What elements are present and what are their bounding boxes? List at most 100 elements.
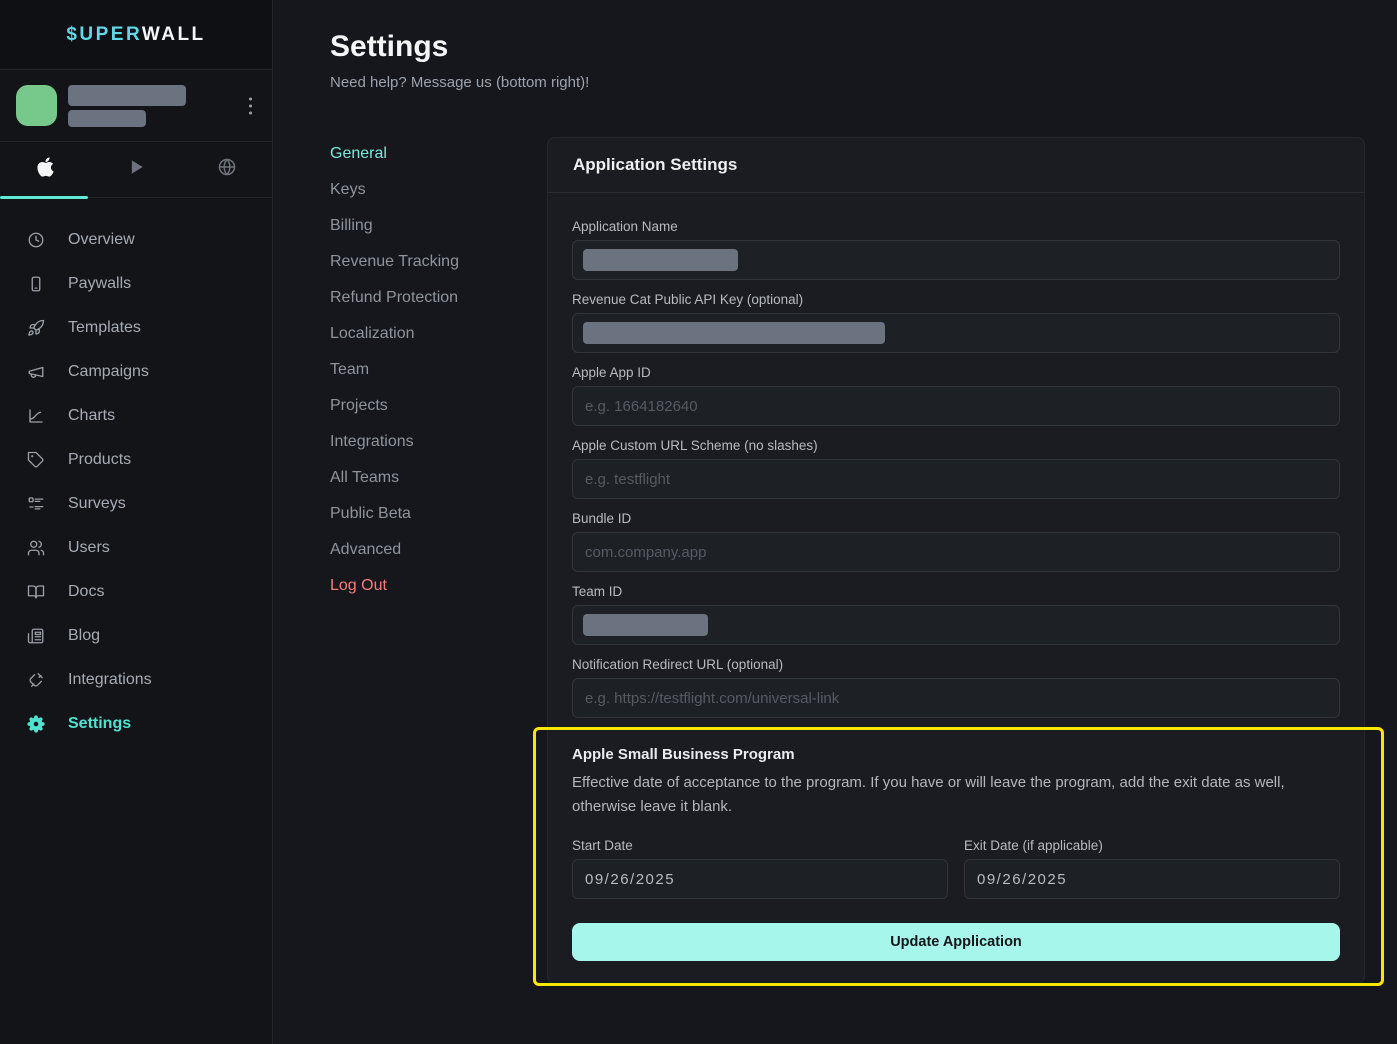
program-description: Effective date of acceptance to the prog… <box>572 771 1340 819</box>
notification-redirect-url-input[interactable] <box>572 678 1340 718</box>
apple-app-id-input[interactable] <box>572 386 1340 426</box>
field-team-id: Team ID <box>572 584 1340 645</box>
sidebar-item-label: Paywalls <box>68 275 131 293</box>
kebab-menu-icon[interactable] <box>243 91 258 120</box>
field-label: Apple App ID <box>572 365 1340 380</box>
redacted-value-bar <box>583 322 885 344</box>
apple-icon <box>36 156 55 183</box>
settings-nav-keys[interactable]: Keys <box>330 172 540 208</box>
plug-icon <box>27 671 45 689</box>
avatar <box>16 85 57 126</box>
gear-icon <box>27 715 45 733</box>
field-revenuecat-key: Revenue Cat Public API Key (optional) <box>572 292 1340 353</box>
field-label: Apple Custom URL Scheme (no slashes) <box>572 438 1340 453</box>
settings-nav-advanced[interactable]: Advanced <box>330 532 540 568</box>
sidebar-item-label: Products <box>68 451 131 469</box>
brand-wordmark: $UPERWALL <box>66 24 205 46</box>
sidebar: $UPERWALL <box>0 0 273 1044</box>
sidebar-item-label: Overview <box>68 231 135 249</box>
sidebar-item-integrations[interactable]: Integrations <box>0 658 272 702</box>
sidebar-item-label: Surveys <box>68 495 126 513</box>
settings-nav-team[interactable]: Team <box>330 352 540 388</box>
field-label: Bundle ID <box>572 511 1340 526</box>
sidebar-item-label: Settings <box>68 715 131 733</box>
card-title: Application Settings <box>573 155 1339 175</box>
page-title: Settings <box>330 30 448 64</box>
settings-nav-integrations[interactable]: Integrations <box>330 424 540 460</box>
tab-ios[interactable] <box>0 142 91 197</box>
brand-logo[interactable]: $UPERWALL <box>0 0 272 70</box>
team-id-input[interactable] <box>572 605 1340 645</box>
sidebar-item-campaigns[interactable]: Campaigns <box>0 350 272 394</box>
settings-nav-refund-protection[interactable]: Refund Protection <box>330 280 540 316</box>
settings-nav-log-out[interactable]: Log Out <box>330 568 540 604</box>
card-body: Application Name Revenue Cat Public API … <box>548 193 1364 983</box>
bundle-id-input[interactable] <box>572 532 1340 572</box>
globe-icon <box>217 157 237 182</box>
platform-tabs <box>0 142 272 198</box>
settings-nav-general[interactable]: General <box>330 136 540 172</box>
field-bundle-id: Bundle ID <box>572 511 1340 572</box>
settings-nav: General Keys Billing Revenue Tracking Re… <box>330 136 540 604</box>
field-label: Notification Redirect URL (optional) <box>572 657 1340 672</box>
sidebar-item-users[interactable]: Users <box>0 526 272 570</box>
sidebar-item-charts[interactable]: Charts <box>0 394 272 438</box>
sidebar-item-blog[interactable]: Blog <box>0 614 272 658</box>
sidebar-item-paywalls[interactable]: Paywalls <box>0 262 272 306</box>
brand-prefix: $UPER <box>66 24 142 45</box>
settings-nav-revenue-tracking[interactable]: Revenue Tracking <box>330 244 540 280</box>
field-apple-app-id: Apple App ID <box>572 365 1340 426</box>
users-icon <box>27 539 45 557</box>
phone-icon <box>27 275 45 293</box>
field-application-name: Application Name <box>572 219 1340 280</box>
sidebar-item-label: Charts <box>68 407 115 425</box>
exit-date-field: Exit Date (if applicable) <box>964 838 1340 899</box>
date-row: Start Date Exit Date (if applicable) <box>572 838 1340 899</box>
sidebar-item-label: Users <box>68 539 110 557</box>
start-date-field: Start Date <box>572 838 948 899</box>
revenuecat-key-input[interactable] <box>572 313 1340 353</box>
account-switcher[interactable] <box>0 70 272 142</box>
settings-nav-localization[interactable]: Localization <box>330 316 540 352</box>
newspaper-icon <box>27 627 45 645</box>
redacted-name-bar <box>68 85 186 106</box>
custom-url-scheme-input[interactable] <box>572 459 1340 499</box>
card-header: Application Settings <box>548 138 1364 193</box>
sidebar-item-surveys[interactable]: Surveys <box>0 482 272 526</box>
rocket-icon <box>27 319 45 337</box>
sidebar-item-overview[interactable]: Overview <box>0 218 272 262</box>
sidebar-item-products[interactable]: Products <box>0 438 272 482</box>
update-application-button[interactable]: Update Application <box>572 923 1340 961</box>
book-icon <box>27 583 45 601</box>
sidebar-item-docs[interactable]: Docs <box>0 570 272 614</box>
active-tab-indicator <box>0 196 88 199</box>
redacted-value-bar <box>583 614 708 636</box>
application-name-input[interactable] <box>572 240 1340 280</box>
sidebar-item-label: Campaigns <box>68 363 149 381</box>
field-label: Revenue Cat Public API Key (optional) <box>572 292 1340 307</box>
chart-icon <box>27 407 45 425</box>
play-icon <box>126 157 146 182</box>
redacted-value-bar <box>583 249 738 271</box>
tab-web[interactable] <box>181 142 272 197</box>
app-window: $UPERWALL <box>0 0 1397 1044</box>
sidebar-item-settings[interactable]: Settings <box>0 702 272 746</box>
exit-date-input[interactable] <box>964 859 1340 899</box>
start-date-input[interactable] <box>572 859 948 899</box>
settings-nav-projects[interactable]: Projects <box>330 388 540 424</box>
settings-nav-all-teams[interactable]: All Teams <box>330 460 540 496</box>
small-business-program-section: Apple Small Business Program Effective d… <box>572 746 1340 961</box>
checklist-icon <box>27 495 45 513</box>
start-date-label: Start Date <box>572 838 948 853</box>
settings-nav-public-beta[interactable]: Public Beta <box>330 496 540 532</box>
clock-icon <box>27 231 45 249</box>
tag-icon <box>27 451 45 469</box>
sidebar-item-templates[interactable]: Templates <box>0 306 272 350</box>
field-custom-url-scheme: Apple Custom URL Scheme (no slashes) <box>572 438 1340 499</box>
sidebar-item-label: Integrations <box>68 671 152 689</box>
sidebar-item-label: Blog <box>68 627 100 645</box>
field-label: Application Name <box>572 219 1340 234</box>
settings-nav-billing[interactable]: Billing <box>330 208 540 244</box>
field-notification-redirect-url: Notification Redirect URL (optional) <box>572 657 1340 718</box>
tab-android[interactable] <box>91 142 182 197</box>
